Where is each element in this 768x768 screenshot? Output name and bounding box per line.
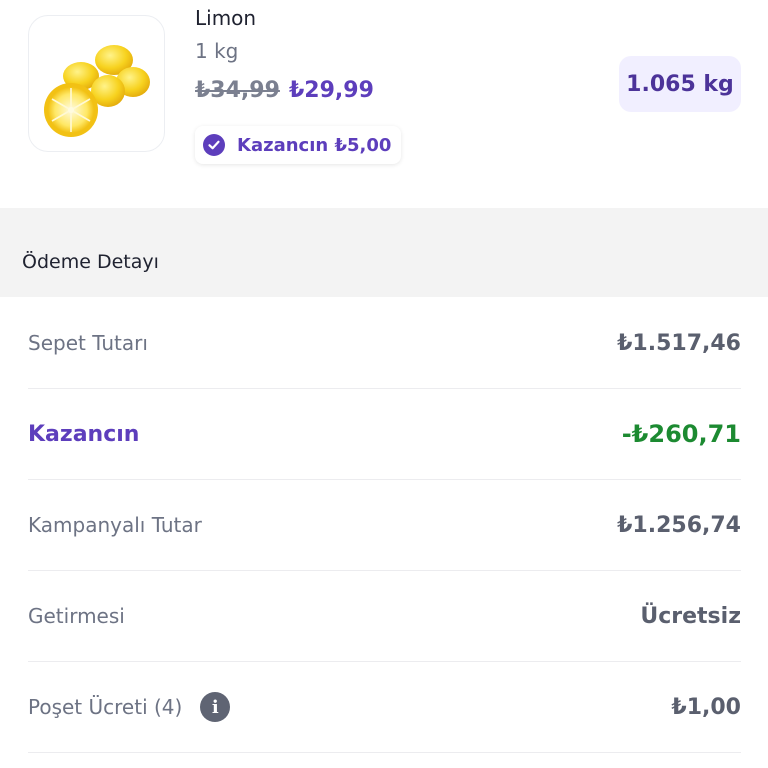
payment-details-title: Ödeme Detayı — [22, 251, 159, 273]
row-savings: Kazancın -₺260,71 — [28, 389, 741, 480]
row-value: -₺260,71 — [621, 420, 741, 448]
quantity-badge[interactable]: 1.065 kg — [619, 56, 741, 112]
row-label: Kazancın — [28, 421, 140, 447]
row-value: ₺1.517,46 — [617, 330, 741, 356]
row-label: Sepet Tutarı — [28, 331, 148, 355]
row-label: Getirmesi — [28, 604, 125, 628]
product-name: Limon — [195, 6, 257, 30]
savings-chip-label: Kazancın ₺5,00 — [237, 134, 392, 156]
info-icon[interactable]: i — [200, 692, 231, 722]
row-value: ₺1.256,74 — [617, 512, 741, 538]
row-label: Kampanyalı Tutar — [28, 513, 202, 537]
product-prices: ₺34,99 ₺29,99 — [195, 76, 374, 107]
product-unit: 1 kg — [195, 39, 239, 63]
row-bag-fee: Poşet Ücreti (4) i ₺1,00 — [28, 662, 741, 753]
row-value: ₺1,00 — [671, 694, 741, 720]
bag-fee-label: Poşet Ücreti (4) — [28, 695, 183, 719]
check-circle-icon — [203, 134, 225, 156]
row-value: Ücretsiz — [640, 603, 741, 629]
discounted-price: ₺29,99 — [289, 78, 374, 103]
cart-item-card[interactable]: Limon 1 kg ₺34,99 ₺29,99 Kazancın ₺5,00 … — [0, 0, 768, 208]
row-label: Poşet Ücreti (4) i — [28, 662, 231, 752]
product-image — [28, 15, 165, 152]
row-basket-total: Sepet Tutarı ₺1.517,46 — [28, 298, 741, 389]
checkout-page: Limon 1 kg ₺34,99 ₺29,99 Kazancın ₺5,00 … — [0, 0, 768, 768]
savings-chip: Kazancın ₺5,00 — [195, 126, 402, 164]
row-campaign-total: Kampanyalı Tutar ₺1.256,74 — [28, 480, 741, 571]
row-delivery-fee: Getirmesi Ücretsiz — [28, 571, 741, 662]
lemon-image-icon — [44, 45, 150, 137]
old-price: ₺34,99 — [195, 78, 280, 103]
